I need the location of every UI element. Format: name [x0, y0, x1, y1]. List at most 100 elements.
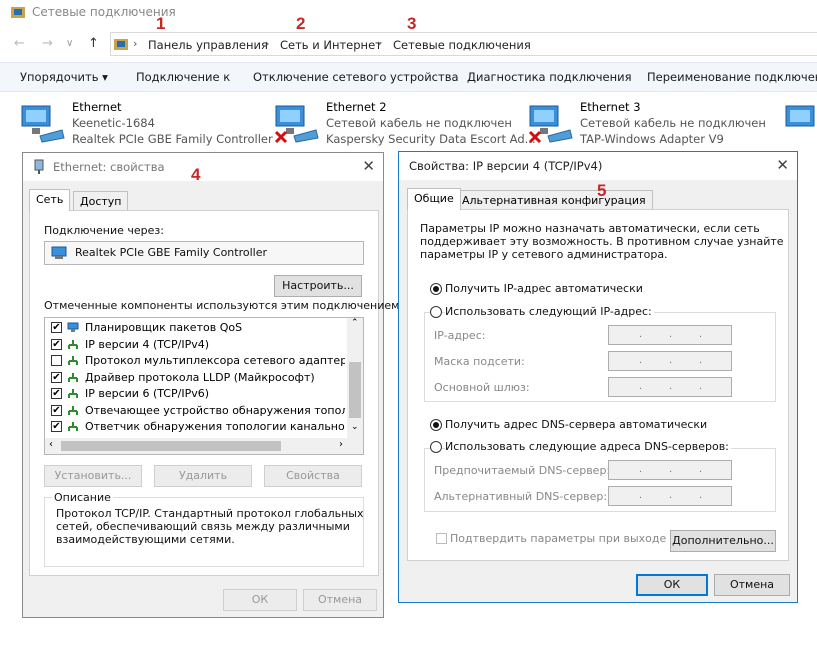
- alternate-dns-label: Альтернативный DNS-сервер:: [434, 490, 608, 503]
- network-icon: [34, 159, 44, 174]
- component-item[interactable]: ✔ IP версии 6 (TCP/IPv6): [45, 386, 345, 403]
- tab-general[interactable]: Общие: [407, 188, 461, 210]
- connection-status: Сетевой кабель не подключен: [580, 116, 766, 130]
- preferred-dns-field[interactable]: ...: [608, 460, 732, 480]
- close-icon[interactable]: ✕: [776, 156, 789, 174]
- properties-button[interactable]: Свойства: [264, 465, 362, 487]
- checked-checkbox[interactable]: ✔: [51, 338, 62, 350]
- intro-line-3: параметры IP у сетевого администратора.: [420, 248, 668, 261]
- scroll-left-icon[interactable]: ‹: [49, 439, 53, 450]
- ipv4-properties-dialog: Свойства: IP версии 4 (TCP/IPv4) ✕ Общие…: [398, 151, 798, 603]
- auto-ip-radio[interactable]: [430, 283, 442, 295]
- manual-ip-radio[interactable]: [430, 306, 442, 318]
- back-arrow-icon[interactable]: ←: [14, 36, 25, 51]
- adapter-name: Realtek PCIe GBE Family Controller: [75, 246, 268, 259]
- validate-checkbox[interactable]: [436, 533, 447, 544]
- scroll-down-icon[interactable]: ⌄: [351, 422, 359, 432]
- scroll-thumb[interactable]: [349, 362, 361, 418]
- gateway-field[interactable]: ...: [608, 377, 732, 397]
- diagnose-command[interactable]: Диагностика подключения: [467, 70, 632, 84]
- connection-name: Ethernet: [72, 100, 122, 114]
- control-panel-icon: [114, 39, 128, 50]
- dialog-title: Свойства: IP версии 4 (TCP/IPv4): [409, 159, 603, 173]
- component-label: IP версии 4 (TCP/IPv4): [85, 337, 210, 351]
- rename-command[interactable]: Переименование подключения: [647, 70, 817, 84]
- tab-sharing[interactable]: Доступ: [73, 191, 129, 211]
- connection-ethernet[interactable]: Ethernet Keenetic-1684 Realtek PCIe GBE …: [20, 98, 273, 148]
- address-bar: ← → ∨ ↑ › Панель управления › Сеть и Инт…: [0, 30, 817, 58]
- cancel-button[interactable]: Отмена: [714, 574, 790, 596]
- install-button[interactable]: Установить...: [44, 465, 142, 487]
- checked-checkbox[interactable]: ✔: [51, 371, 62, 383]
- auto-dns-label[interactable]: Получить адрес DNS-сервера автоматически: [445, 418, 707, 431]
- connection-adapter: Realtek PCIe GBE Family Controller: [72, 132, 273, 146]
- network-adapter-disconnected-icon: [274, 105, 319, 144]
- unchecked-checkbox[interactable]: [51, 355, 62, 366]
- auto-ip-label[interactable]: Получить IP-адрес автоматически: [445, 282, 643, 295]
- checked-checkbox[interactable]: ✔: [51, 322, 62, 333]
- breadcrumb[interactable]: › Панель управления › Сеть и Интернет › …: [110, 32, 817, 56]
- network-folder-icon: [11, 7, 25, 18]
- disable-device-command[interactable]: Отключение сетевого устройства: [253, 70, 459, 84]
- protocol-icon: [67, 421, 79, 432]
- horizontal-scrollbar[interactable]: ‹ ›: [45, 438, 363, 454]
- subnet-mask-field[interactable]: ...: [608, 351, 732, 371]
- manual-dns-label[interactable]: Использовать следующие адреса DNS-сервер…: [445, 440, 731, 453]
- tab-panel: Параметры IP можно назначать автоматичес…: [407, 209, 789, 561]
- validate-label[interactable]: Подтвердить параметры при выходе: [450, 532, 666, 545]
- component-item[interactable]: ✔ Ответчик обнаружения топологии канально…: [45, 419, 345, 436]
- alternate-dns-field[interactable]: ...: [608, 486, 732, 506]
- protocol-icon: [67, 355, 79, 366]
- recent-chevron-icon[interactable]: ∨: [66, 38, 73, 49]
- ethernet-properties-dialog: Ethernet: свойства ✕ Сеть Доступ Подключ…: [22, 152, 403, 618]
- description-line-3: взаимодействующими сетями.: [56, 533, 235, 546]
- scroll-up-icon[interactable]: ⌃: [351, 318, 359, 328]
- checked-checkbox[interactable]: ✔: [51, 421, 62, 432]
- ok-button[interactable]: ОК: [636, 574, 708, 596]
- breadcrumb-network-internet[interactable]: Сеть и Интернет: [280, 38, 382, 52]
- intro-line-1: Параметры IP можно назначать автоматичес…: [420, 222, 760, 235]
- connect-to-command[interactable]: Подключение к: [136, 70, 230, 84]
- protocol-icon: [67, 339, 79, 350]
- auto-dns-radio[interactable]: [430, 419, 442, 431]
- scroll-right-icon[interactable]: ›: [339, 439, 343, 450]
- manual-dns-radio[interactable]: [430, 441, 442, 453]
- vertical-scrollbar[interactable]: ⌃ ⌄: [347, 318, 363, 438]
- checked-checkbox[interactable]: ✔: [51, 388, 62, 399]
- dialog-titlebar: Ethernet: свойства ✕: [23, 153, 383, 181]
- network-adapter-icon: [785, 105, 815, 127]
- manual-ip-label[interactable]: Использовать следующий IP-адрес:: [445, 305, 654, 318]
- forward-arrow-icon[interactable]: →: [42, 36, 53, 51]
- ok-button[interactable]: ОК: [223, 589, 297, 611]
- component-item[interactable]: ✔ IP версии 4 (TCP/IPv4): [45, 337, 345, 354]
- breadcrumb-network-connections[interactable]: Сетевые подключения: [393, 38, 531, 52]
- scroll-thumb-h[interactable]: [61, 441, 281, 451]
- tab-alternate-config[interactable]: Альтернативная конфигурация: [455, 190, 653, 210]
- ip-address-field[interactable]: ...: [608, 325, 732, 345]
- connect-via-label: Подключение через:: [44, 224, 164, 237]
- connection-ethernet-2[interactable]: Ethernet 2 Сетевой кабель не подключен K…: [274, 98, 536, 148]
- tab-panel: Подключение через: Realtek PCIe GBE Fami…: [29, 210, 403, 576]
- component-item[interactable]: ✔ Отвечающее устройство обнаружения топол…: [45, 403, 345, 420]
- connection-name: Ethernet 3: [580, 100, 641, 114]
- organize-menu[interactable]: Упорядочить ▾: [20, 70, 108, 84]
- component-item[interactable]: Протокол мультиплексора сетевого адаптер…: [45, 353, 345, 370]
- adapter-field: Realtek PCIe GBE Family Controller: [44, 241, 364, 265]
- description-line-2: сетей, обеспечивающий связь между различ…: [56, 520, 350, 533]
- component-item[interactable]: ✔ Планировщик пакетов QoS: [45, 320, 345, 337]
- connection-ethernet-3[interactable]: Ethernet 3 Сетевой кабель не подключен T…: [528, 98, 768, 148]
- remove-button[interactable]: Удалить: [154, 465, 252, 487]
- tab-network[interactable]: Сеть: [29, 189, 71, 211]
- advanced-button[interactable]: Дополнительно...: [670, 530, 776, 552]
- breadcrumb-separator: ›: [377, 37, 382, 50]
- dialog-title: Ethernet: свойства: [53, 160, 165, 174]
- close-icon[interactable]: ✕: [362, 157, 375, 175]
- breadcrumb-control-panel[interactable]: Панель управления: [148, 38, 268, 52]
- checked-checkbox[interactable]: ✔: [51, 404, 62, 416]
- configure-button[interactable]: Настроить...: [274, 275, 362, 297]
- command-bar: Упорядочить ▾ Подключение к Отключение с…: [0, 62, 817, 92]
- up-arrow-icon[interactable]: ↑: [88, 36, 99, 51]
- components-list[interactable]: ✔ Планировщик пакетов QoS ✔ IP версии 4 (TC…: [44, 317, 364, 455]
- cancel-button[interactable]: Отмена: [303, 589, 377, 611]
- component-item[interactable]: ✔ Драйвер протокола LLDP (Майкрософт): [45, 370, 345, 387]
